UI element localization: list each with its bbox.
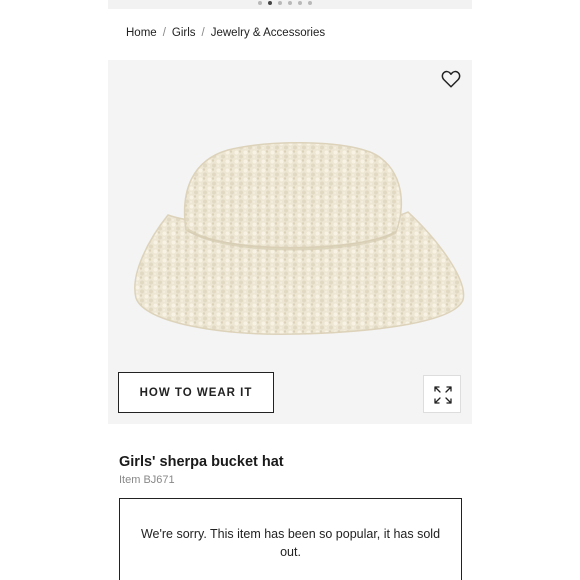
zoom-button[interactable] [423, 375, 461, 413]
breadcrumb-separator: / [201, 27, 205, 39]
carousel-dot[interactable] [258, 1, 262, 5]
breadcrumb-girls[interactable]: Girls [172, 27, 196, 39]
product-page: Home / Girls / Jewelry & Accessories HOW… [108, 0, 472, 580]
carousel-dots [258, 1, 312, 5]
how-to-wear-button[interactable]: HOW TO WEAR IT [118, 372, 274, 413]
breadcrumb: Home / Girls / Jewelry & Accessories [126, 27, 325, 39]
product-image-gallery[interactable]: HOW TO WEAR IT [108, 60, 472, 424]
expand-arrows-icon [434, 386, 452, 404]
carousel-dot[interactable] [288, 1, 292, 5]
carousel-dot[interactable] [308, 1, 312, 5]
breadcrumb-jewelry-accessories[interactable]: Jewelry & Accessories [211, 27, 325, 39]
carousel-strip [108, 0, 472, 9]
carousel-dot[interactable] [298, 1, 302, 5]
heart-outline-icon[interactable] [440, 68, 462, 90]
sold-out-message: We're sorry. This item has been so popul… [140, 527, 441, 559]
product-image [134, 141, 465, 335]
product-title: Girls' sherpa bucket hat [119, 454, 284, 470]
carousel-dot[interactable] [278, 1, 282, 5]
item-number: Item BJ671 [119, 474, 175, 486]
sold-out-notice: We're sorry. This item has been so popul… [119, 498, 462, 580]
breadcrumb-home[interactable]: Home [126, 27, 157, 39]
breadcrumb-separator: / [162, 27, 166, 39]
carousel-dot-active[interactable] [268, 1, 272, 5]
